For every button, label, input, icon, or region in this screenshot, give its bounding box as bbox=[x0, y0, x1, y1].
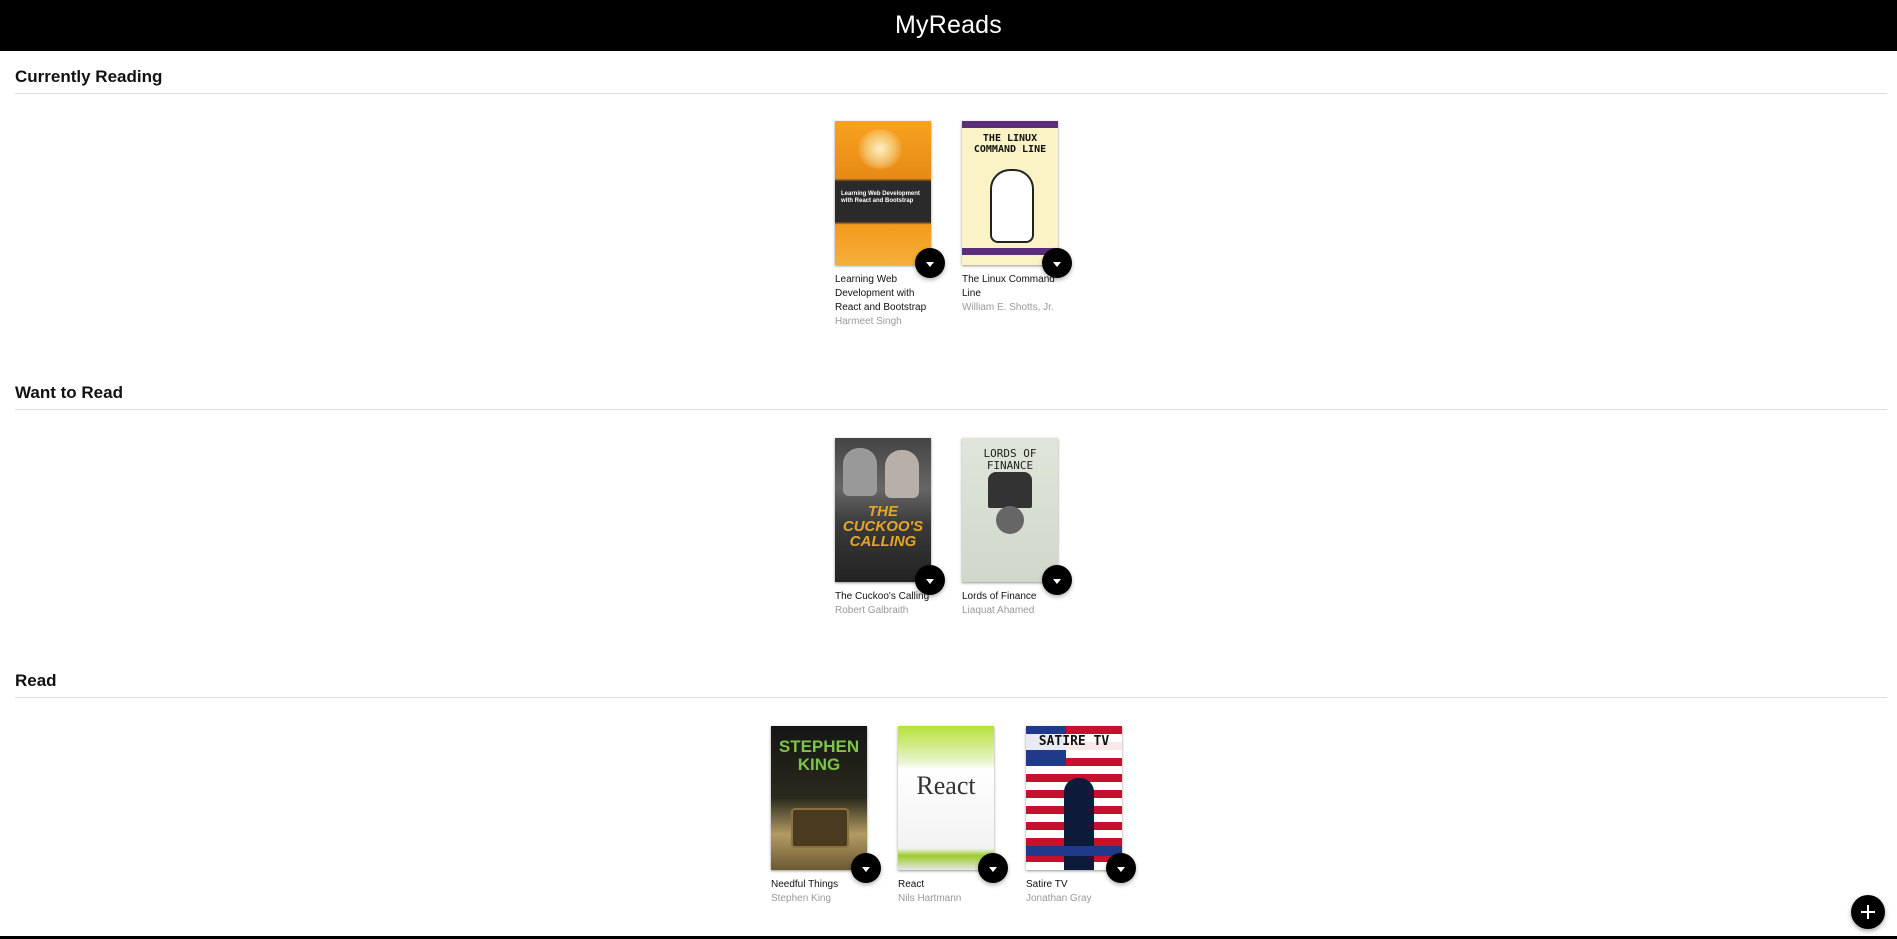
add-book-button[interactable] bbox=[1851, 895, 1885, 929]
cover-title: Learning Web Development with React and … bbox=[841, 191, 920, 204]
cover-title: THE LINUX COMMAND LINE bbox=[973, 133, 1047, 155]
shelf-changer-button[interactable] bbox=[851, 853, 881, 883]
book-item: LORDS OF FINANCE Lords of Finance Liaqua… bbox=[962, 438, 1072, 618]
book-cover[interactable]: THE CUCKOO'S CALLING bbox=[835, 438, 931, 582]
book-item: React React Nils Hartmann bbox=[898, 726, 1008, 906]
shelf-changer-button[interactable] bbox=[1042, 565, 1072, 595]
shelf-changer-button[interactable] bbox=[1106, 853, 1136, 883]
cover-title: THE CUCKOO'S CALLING bbox=[842, 503, 924, 550]
book-authors: Nils Hartmann bbox=[898, 893, 962, 904]
chevron-down-icon bbox=[926, 261, 934, 267]
book-cover[interactable]: THE LINUX COMMAND LINE bbox=[962, 121, 1058, 265]
book-item: SATIRE TV Satire TV Jonathan Gray bbox=[1026, 726, 1136, 906]
shelf-changer-button[interactable] bbox=[915, 565, 945, 595]
book-title: Satire TV bbox=[1026, 879, 1068, 890]
book-authors: Liaquat Ahamed bbox=[962, 605, 1035, 616]
chevron-down-icon bbox=[1053, 578, 1061, 584]
book-authors: Robert Galbraith bbox=[835, 605, 909, 616]
cover-title: STEPHEN KING bbox=[778, 737, 860, 774]
shelf-title: Want to Read bbox=[15, 382, 1887, 410]
book-title: Lords of Finance bbox=[962, 591, 1037, 602]
chevron-down-icon bbox=[1053, 261, 1061, 267]
plus-icon bbox=[1861, 905, 1875, 919]
chevron-down-icon bbox=[926, 578, 934, 584]
shelf-changer-button[interactable] bbox=[978, 853, 1008, 883]
app-header: MyReads bbox=[0, 0, 1897, 51]
chevron-down-icon bbox=[862, 866, 870, 872]
book-cover[interactable]: React bbox=[898, 726, 994, 870]
cover-title: SATIRE TV bbox=[1026, 734, 1122, 750]
book-cover[interactable]: STEPHEN KING bbox=[771, 726, 867, 870]
book-title: Learning Web Development with React and … bbox=[835, 274, 927, 313]
chevron-down-icon bbox=[989, 866, 997, 872]
book-item: STEPHEN KING Needful Things Stephen King bbox=[771, 726, 881, 906]
book-authors: Stephen King bbox=[771, 893, 832, 904]
shelf-title: Read bbox=[15, 670, 1887, 698]
app-title: MyReads bbox=[895, 11, 1002, 39]
book-item: THE LINUX COMMAND LINE The Linux Command… bbox=[962, 121, 1072, 315]
book-title: The Cuckoo's Calling bbox=[835, 591, 930, 602]
shelf-currently-reading: Currently Reading Learning Web Developme… bbox=[15, 66, 1887, 366]
book-authors: Jonathan Gray bbox=[1026, 893, 1092, 904]
shelf-want-to-read: Want to Read THE CUCKOO'S CALLING The Cu… bbox=[15, 382, 1887, 642]
cover-title: LORDS OF FINANCE bbox=[983, 447, 1037, 472]
book-authors: William E. Shotts, Jr. bbox=[962, 302, 1054, 313]
shelf-changer-button[interactable] bbox=[915, 248, 945, 278]
book-title: Needful Things bbox=[771, 879, 839, 890]
book-authors: Harmeet Singh bbox=[835, 316, 902, 327]
cover-title: React bbox=[916, 771, 976, 800]
book-item: THE CUCKOO'S CALLING The Cuckoo's Callin… bbox=[835, 438, 945, 618]
book-title: The Linux Command Line bbox=[962, 274, 1055, 299]
book-cover[interactable]: Learning Web Development with React and … bbox=[835, 121, 931, 265]
chevron-down-icon bbox=[1117, 866, 1125, 872]
book-cover[interactable]: LORDS OF FINANCE bbox=[962, 438, 1058, 582]
book-title: React bbox=[898, 879, 925, 890]
shelf-title: Currently Reading bbox=[15, 66, 1887, 94]
shelf-read: Read STEPHEN KING Needful Things Stephen… bbox=[15, 670, 1887, 910]
book-item: Learning Web Development with React and … bbox=[835, 121, 945, 329]
book-cover[interactable]: SATIRE TV bbox=[1026, 726, 1122, 870]
shelf-changer-button[interactable] bbox=[1042, 248, 1072, 278]
